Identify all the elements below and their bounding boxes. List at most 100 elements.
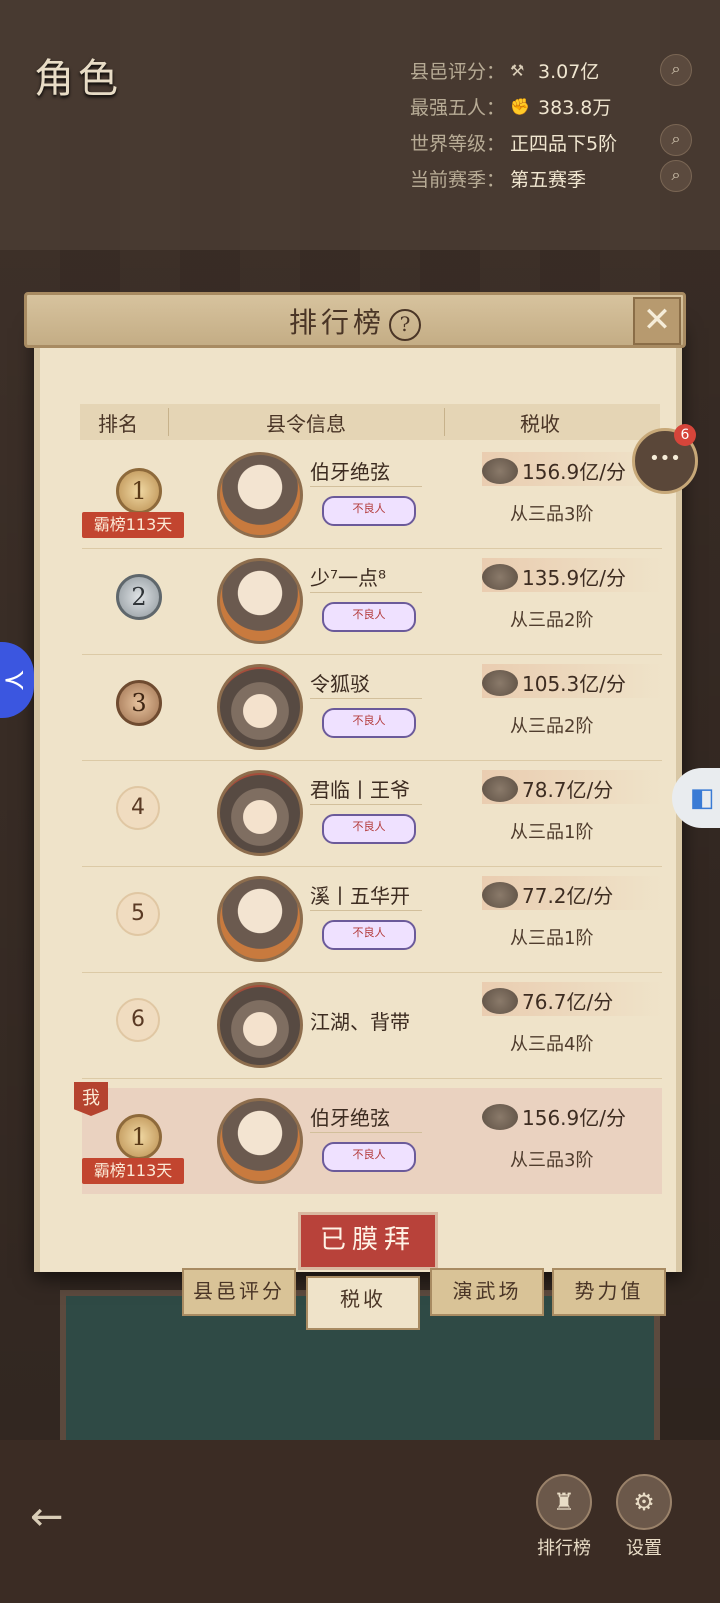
avatar[interactable] — [217, 770, 303, 856]
my-rank-row[interactable]: 我 1 霸榜113天 伯牙绝弦 不良人 156.9亿/分 从三品3阶 — [74, 1082, 662, 1194]
tab-county-score[interactable]: 县邑评分 — [182, 1268, 296, 1316]
stat-label: 县邑评分： — [410, 60, 506, 83]
rank-medal: 6 — [116, 998, 160, 1042]
stat-value: 383.8万 — [538, 96, 612, 119]
divider — [310, 804, 422, 805]
stat-value: 3.07亿 — [538, 60, 600, 83]
coin-icon — [482, 670, 518, 696]
tab-arena[interactable]: 演武场 — [430, 1268, 544, 1316]
search-icon[interactable]: ⌕ — [660, 124, 692, 156]
avatar[interactable] — [217, 558, 303, 644]
title-badge: 不良人 — [322, 920, 416, 950]
title-badge: 不良人 — [322, 708, 416, 738]
tax-value: 156.9亿/分 — [522, 1106, 626, 1130]
category-tabs: 县邑评分 税收 演武场 势力值 — [182, 1268, 666, 1330]
table-row[interactable]: 6 江湖、背带 76.7亿/分 从三品4阶 — [82, 972, 662, 1079]
title-badge: 不良人 — [322, 1142, 416, 1172]
coin-icon — [482, 988, 518, 1014]
me-tag: 我 — [74, 1082, 108, 1116]
coin-icon — [482, 776, 518, 802]
stat-season: 当前赛季： 第五赛季 — [410, 160, 617, 196]
coin-icon — [482, 1104, 518, 1130]
divider — [310, 592, 422, 593]
ranking-button[interactable]: ♜ 排行榜 — [524, 1474, 604, 1560]
streak-badge: 霸榜113天 — [82, 1158, 184, 1184]
title-badge: 不良人 — [322, 496, 416, 526]
panel-title-text: 排行榜 — [288, 306, 385, 339]
column-rank: 排名 — [98, 412, 138, 436]
rank-medal: 1 — [116, 468, 162, 514]
rank-grade: 从三品3阶 — [510, 504, 594, 525]
divider — [310, 1132, 422, 1133]
tab-tax[interactable]: 税收 — [306, 1276, 420, 1330]
tab-power[interactable]: 势力值 — [552, 1268, 666, 1316]
panel-paper: 排名 县令信息 税收 1 霸榜113天 伯牙绝弦 不良人 156.9亿/分 从三… — [34, 322, 682, 1272]
leaderboard-panel: 排名 县令信息 税收 1 霸榜113天 伯牙绝弦 不良人 156.9亿/分 从三… — [24, 292, 686, 1280]
settings-label: 设置 — [626, 1538, 662, 1559]
gear-icon: ⚙ — [616, 1474, 672, 1530]
tax-value: 78.7亿/分 — [522, 778, 614, 802]
avatar[interactable] — [217, 982, 303, 1068]
rank-medal: 4 — [116, 786, 160, 830]
player-name: 江湖、背带 — [310, 1010, 410, 1034]
hammer-icon: ⚒ — [510, 61, 525, 80]
avatar[interactable] — [217, 452, 303, 538]
avatar[interactable] — [217, 1098, 303, 1184]
tax-value: 156.9亿/分 — [522, 460, 626, 484]
streak-badge: 霸榜113天 — [82, 512, 184, 538]
fist-icon: ✊ — [510, 97, 530, 116]
settings-button[interactable]: ⚙ 设置 — [604, 1474, 684, 1560]
column-info: 县令信息 — [266, 412, 346, 436]
table-row[interactable]: 2 少⁷一点⁸ 不良人 135.9亿/分 从三品2阶 — [82, 548, 662, 655]
rank-grade: 从三品2阶 — [510, 716, 594, 737]
stat-value: 正四品下5阶 — [510, 132, 618, 155]
search-icon[interactable]: ⌕ — [660, 54, 692, 86]
worship-button[interactable]: 已膜拜 — [298, 1212, 438, 1270]
avatar[interactable] — [217, 876, 303, 962]
divider — [310, 486, 422, 487]
player-name: 伯牙绝弦 — [310, 1106, 390, 1130]
rank-grade: 从三品4阶 — [510, 1034, 594, 1055]
player-name: 令狐驳 — [310, 672, 370, 696]
rank-grade: 从三品3阶 — [510, 1150, 594, 1171]
search-icon[interactable]: ⌕ — [660, 160, 692, 192]
rank-medal: 1 — [116, 1114, 162, 1160]
rank-grade: 从三品1阶 — [510, 928, 594, 949]
close-icon[interactable]: ✕ — [633, 297, 681, 345]
column-divider — [168, 408, 169, 436]
tax-value: 77.2亿/分 — [522, 884, 614, 908]
rank-medal: 3 — [116, 680, 162, 726]
help-icon[interactable]: ? — [389, 308, 421, 341]
table-row[interactable]: 4 君临丨王爷 不良人 78.7亿/分 从三品1阶 — [82, 760, 662, 867]
column-headers: 排名 县令信息 税收 — [80, 404, 660, 440]
panel-title: 排行榜? — [27, 301, 683, 341]
stat-label: 世界等级： — [410, 132, 506, 155]
coin-icon — [482, 564, 518, 590]
title-badge: 不良人 — [322, 814, 416, 844]
avatar[interactable] — [217, 664, 303, 750]
stat-value: 第五赛季 — [510, 168, 587, 191]
divider — [310, 698, 422, 699]
table-row[interactable]: 1 霸榜113天 伯牙绝弦 不良人 156.9亿/分 从三品3阶 — [82, 442, 662, 549]
table-row[interactable]: 5 溪丨五华开 不良人 77.2亿/分 从三品1阶 — [82, 866, 662, 973]
coin-icon — [482, 458, 518, 484]
stats-panel: 县邑评分： ⚒ 3.07亿 最强五人： ✊ 383.8万 世界等级： 正四品下5… — [410, 52, 617, 196]
player-name: 伯牙绝弦 — [310, 460, 390, 484]
rank-medal: 2 — [116, 574, 162, 620]
player-name: 君临丨王爷 — [310, 778, 410, 802]
back-arrow-icon[interactable]: ← — [30, 1494, 64, 1540]
column-tax: 税收 — [520, 412, 560, 436]
rank-grade: 从三品2阶 — [510, 610, 594, 631]
chat-count-badge: 6 — [674, 424, 696, 446]
rank-medal: 5 — [116, 892, 160, 936]
player-name: 溪丨五华开 — [310, 884, 410, 908]
title-badge: 不良人 — [322, 602, 416, 632]
stat-county-score: 县邑评分： ⚒ 3.07亿 — [410, 52, 617, 88]
tax-value: 135.9亿/分 — [522, 566, 626, 590]
rank-grade: 从三品1阶 — [510, 822, 594, 843]
player-name: 少⁷一点⁸ — [310, 566, 387, 590]
panel-header: 排行榜? ✕ — [24, 292, 686, 348]
table-row[interactable]: 3 令狐驳 不良人 105.3亿/分 从三品2阶 — [82, 654, 662, 761]
tax-value: 105.3亿/分 — [522, 672, 626, 696]
stat-world-level: 世界等级： 正四品下5阶 — [410, 124, 617, 160]
